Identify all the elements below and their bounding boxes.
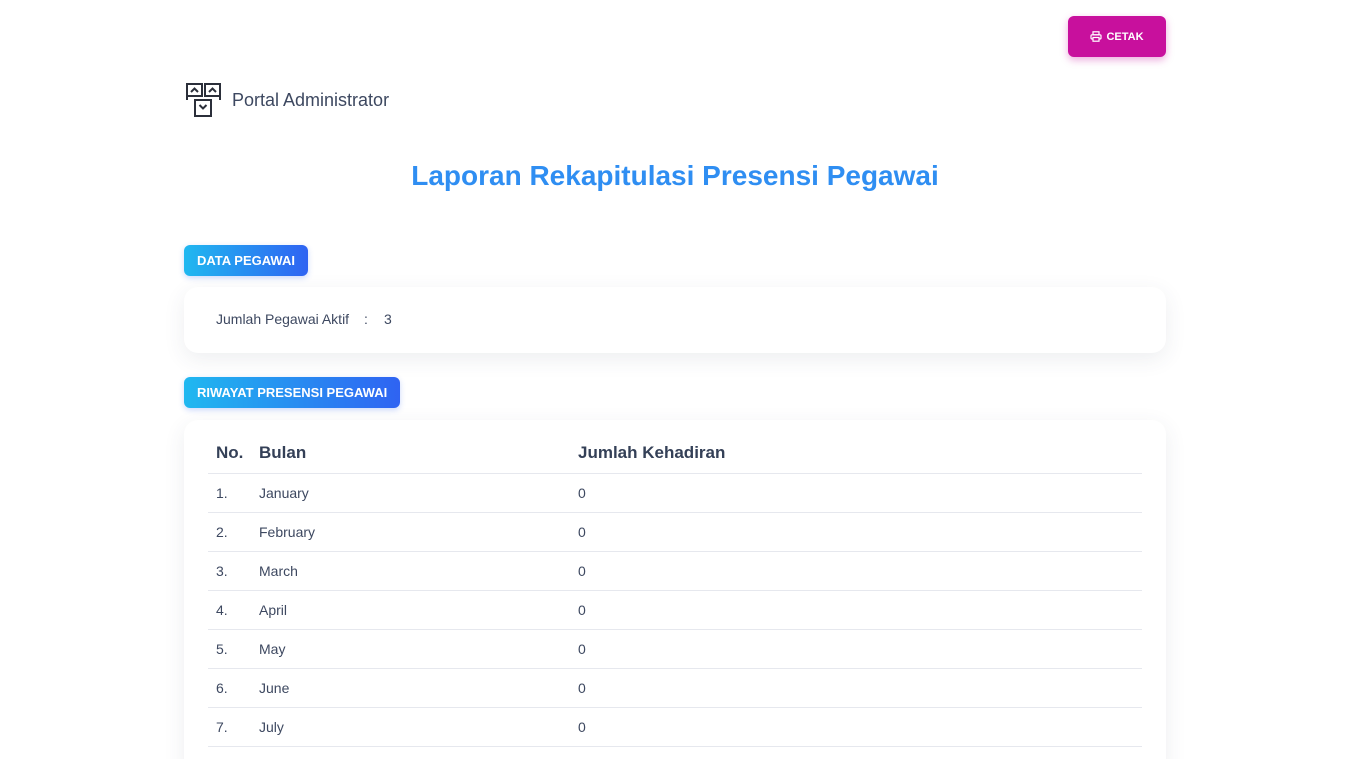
print-button-label: CETAK bbox=[1106, 30, 1144, 43]
page-title: Laporan Rekapitulasi Presensi Pegawai bbox=[411, 160, 939, 191]
cell-bulan: April bbox=[259, 602, 288, 618]
brand-name: Portal Administrator bbox=[232, 90, 390, 110]
attendance-table: No. Bulan Jumlah Kehadiran 1. January 0 … bbox=[208, 432, 1142, 747]
cell-no: 7. bbox=[216, 719, 228, 735]
cell-jumlah: 0 bbox=[578, 485, 586, 501]
column-header-jumlah: Jumlah Kehadiran bbox=[578, 442, 726, 462]
cell-jumlah: 0 bbox=[578, 563, 586, 579]
cell-jumlah: 0 bbox=[578, 641, 586, 657]
table-row: 1. January 0 bbox=[208, 474, 1142, 513]
print-button[interactable]: CETAK bbox=[1068, 16, 1166, 57]
table-header: No. Bulan Jumlah Kehadiran bbox=[208, 432, 1142, 474]
printer-icon bbox=[1090, 31, 1103, 42]
cell-jumlah: 0 bbox=[578, 719, 586, 735]
cell-bulan: July bbox=[259, 719, 284, 735]
cell-bulan: January bbox=[259, 485, 309, 501]
brand: Portal Administrator bbox=[185, 82, 389, 119]
cell-bulan: March bbox=[259, 563, 298, 579]
cell-jumlah: 0 bbox=[578, 524, 586, 540]
cell-no: 5. bbox=[216, 641, 228, 657]
sitemap-logo-icon bbox=[186, 83, 221, 117]
table-row: 7. July 0 bbox=[208, 708, 1142, 747]
column-header-bulan: Bulan bbox=[259, 442, 307, 462]
active-employees-row: Jumlah Pegawai Aktif : 3 bbox=[216, 311, 392, 327]
report-page: CETAK Portal Administrator Laporan Rekap… bbox=[0, 0, 1350, 759]
data-pegawai-card: Jumlah Pegawai Aktif : 3 bbox=[184, 287, 1166, 353]
cell-jumlah: 0 bbox=[578, 602, 586, 618]
cell-no: 1. bbox=[216, 485, 228, 501]
active-employees-label: Jumlah Pegawai Aktif bbox=[216, 311, 350, 327]
table-row: 3. March 0 bbox=[208, 552, 1142, 591]
separator: : bbox=[364, 311, 368, 327]
section-badge-data-pegawai: DATA PEGAWAI bbox=[184, 245, 308, 276]
cell-no: 2. bbox=[216, 524, 228, 540]
cell-no: 3. bbox=[216, 563, 228, 579]
cell-no: 4. bbox=[216, 602, 228, 618]
cell-bulan: May bbox=[259, 641, 286, 657]
table-row: 2. February 0 bbox=[208, 513, 1142, 552]
cell-no: 6. bbox=[216, 680, 228, 696]
cell-jumlah: 0 bbox=[578, 680, 586, 696]
cell-bulan: February bbox=[259, 524, 316, 540]
active-employees-value: 3 bbox=[384, 311, 392, 327]
column-header-no: No. bbox=[216, 442, 244, 462]
table-row: 5. May 0 bbox=[208, 630, 1142, 669]
cell-bulan: June bbox=[259, 680, 290, 696]
section-badge-riwayat: RIWAYAT PRESENSI PEGAWAI bbox=[184, 377, 401, 408]
table-row: 6. June 0 bbox=[208, 669, 1142, 708]
table-row: 4. April 0 bbox=[208, 591, 1142, 630]
riwayat-card: No. Bulan Jumlah Kehadiran 1. January 0 … bbox=[184, 420, 1166, 759]
